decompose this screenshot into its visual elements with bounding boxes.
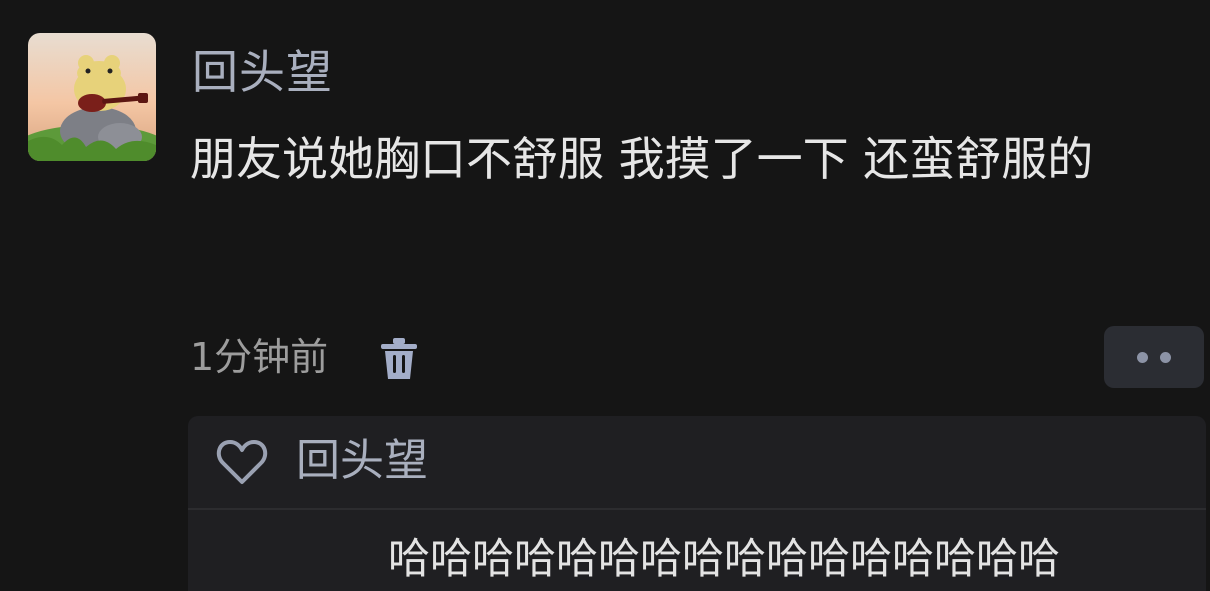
likes-row: 回头望: [188, 416, 1206, 508]
post-timestamp: 1分钟前: [190, 335, 329, 379]
post-username[interactable]: 回头望: [192, 44, 333, 100]
frog-guitar-avatar-image: [28, 33, 156, 161]
post-text: 朋友说她胸口不舒服 我摸了一下 还蛮舒服的: [190, 132, 1094, 186]
more-dots-icon: [1160, 352, 1171, 363]
liker-username[interactable]: 回头望: [296, 434, 428, 488]
interaction-panel: 回头望 哈哈哈哈哈哈哈哈哈哈哈哈哈哈哈哈: [188, 416, 1206, 591]
avatar[interactable]: [28, 33, 156, 161]
more-options-button[interactable]: [1104, 326, 1204, 388]
divider: [188, 508, 1206, 510]
heart-icon[interactable]: [216, 438, 268, 486]
more-dots-icon: [1137, 352, 1148, 363]
heart-icon-glyph: [216, 440, 268, 484]
reply-text: 哈哈哈哈哈哈哈哈哈哈哈哈哈哈哈哈: [388, 534, 1061, 583]
trash-icon-glyph: [381, 338, 417, 379]
trash-icon[interactable]: [380, 337, 418, 381]
